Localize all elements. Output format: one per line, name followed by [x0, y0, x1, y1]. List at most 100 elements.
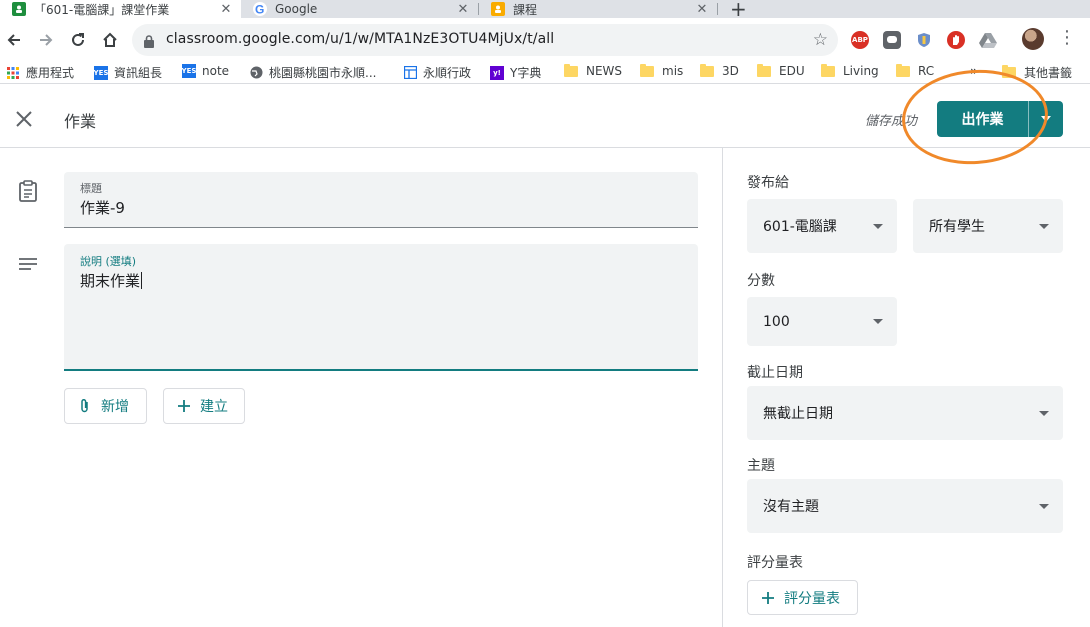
- assign-button-label[interactable]: 出作業: [937, 101, 1028, 137]
- bookmark-star-icon[interactable]: ☆: [813, 30, 828, 50]
- bookmark-label: 永順行政: [423, 66, 472, 80]
- bookmark-label: RC: [918, 64, 935, 78]
- bookmark-apps[interactable]: 應用程式: [6, 64, 74, 81]
- drive-icon[interactable]: [979, 31, 997, 49]
- bookmark-label: note: [202, 64, 230, 78]
- bookmarks-overflow-chevron[interactable]: »: [970, 64, 978, 78]
- layout-icon: [403, 66, 417, 80]
- description-label: 說明 (選填): [80, 255, 137, 268]
- reload-icon[interactable]: [64, 26, 92, 54]
- class-select[interactable]: 601-電腦課: [747, 199, 897, 253]
- description-value[interactable]: 期末作業: [80, 270, 143, 291]
- create-button[interactable]: 建立: [163, 388, 245, 424]
- folder-icon: [700, 63, 714, 77]
- bookmark-item[interactable]: y! Y字典: [490, 64, 541, 81]
- bookmark-folder-other[interactable]: 其他書籤: [1002, 64, 1072, 81]
- bookmark-folder[interactable]: RC: [896, 63, 935, 78]
- home-icon[interactable]: [96, 26, 124, 54]
- description-field[interactable]: 說明 (選填) 期末作業: [64, 244, 698, 371]
- shield-extension-icon[interactable]: [915, 31, 933, 49]
- yahoo-icon: y!: [490, 65, 504, 80]
- points-select[interactable]: 100: [747, 297, 897, 346]
- classroom-icon: [12, 2, 26, 16]
- close-icon[interactable]: [14, 109, 34, 129]
- bookmark-item[interactable]: 永順行政: [403, 64, 471, 81]
- add-label: 新增: [101, 399, 129, 415]
- due-date-select[interactable]: 無截止日期: [747, 386, 1063, 440]
- add-attachment-button[interactable]: 新增: [64, 388, 147, 424]
- close-tab-icon[interactable]: ✕: [217, 2, 235, 17]
- bookmarks-bar: 應用程式 YES 資訊組長 YES note 桃園縣桃園市永順... 永順行政 …: [0, 62, 1090, 84]
- bookmark-folder[interactable]: 3D: [700, 63, 739, 78]
- bookmark-folder[interactable]: EDU: [757, 63, 805, 78]
- browser-tab-strip: 「601-電腦課」課堂作業 ✕ G Google ✕ 課程 ✕ +: [0, 0, 1090, 21]
- create-label: 建立: [200, 399, 228, 415]
- students-value: 所有學生: [929, 219, 985, 235]
- bookmark-label: 資訊組長: [114, 66, 163, 80]
- assign-button[interactable]: 出作業: [937, 101, 1063, 137]
- bookmark-item[interactable]: YES 資訊組長: [94, 64, 162, 81]
- assignment-header: 作業 儲存成功 出作業: [0, 90, 1090, 148]
- close-tab-icon[interactable]: ✕: [693, 2, 711, 17]
- tab-title: 課程: [513, 2, 538, 17]
- bookmark-folder[interactable]: NEWS: [564, 63, 623, 78]
- tab-classwork[interactable]: 「601-電腦課」課堂作業 ✕: [0, 0, 241, 18]
- tab-title: Google: [275, 2, 318, 16]
- students-select[interactable]: 所有學生: [913, 199, 1063, 253]
- menu-kebab-icon[interactable]: ⋮: [1058, 27, 1076, 48]
- forward-arrow-icon[interactable]: [32, 26, 60, 54]
- rubric-button-label: 評分量表: [784, 590, 840, 607]
- folder-icon: [896, 63, 910, 77]
- dropdown-triangle-icon: [1039, 411, 1049, 416]
- panel-divider: [722, 148, 723, 627]
- page-title: 作業: [64, 112, 97, 131]
- dropdown-arrow-icon[interactable]: [1029, 101, 1063, 137]
- title-field[interactable]: 標題 作業-9: [64, 172, 698, 228]
- dropdown-triangle-icon: [1039, 504, 1049, 509]
- plus-icon: [178, 400, 190, 412]
- plus-icon: [762, 591, 774, 604]
- classroom-icon: [491, 2, 505, 16]
- bookmark-item[interactable]: YES note: [182, 64, 229, 78]
- address-bar[interactable]: classroom.google.com/u/1/w/MTA1NzE3OTU4M…: [132, 24, 838, 56]
- tab-google[interactable]: G Google ✕: [241, 0, 478, 18]
- back-arrow-icon[interactable]: [0, 26, 28, 54]
- tab-courses[interactable]: 課程 ✕: [479, 0, 717, 18]
- overflow-label: »: [970, 64, 978, 78]
- description-text: 期末作業: [80, 272, 141, 290]
- bookmark-folder[interactable]: mis: [640, 63, 684, 78]
- bookmark-label: NEWS: [586, 64, 623, 78]
- profile-avatar[interactable]: [1022, 28, 1044, 50]
- tab-separator: [717, 3, 718, 15]
- assignment-clipboard-icon: [17, 180, 39, 202]
- dropdown-triangle-icon: [1039, 224, 1049, 229]
- topic-select[interactable]: 沒有主題: [747, 479, 1063, 533]
- line-icon[interactable]: [883, 31, 901, 49]
- title-value[interactable]: 作業-9: [80, 197, 125, 218]
- folder-icon: [757, 63, 771, 77]
- save-status: 儲存成功: [865, 114, 918, 129]
- bookmark-label: 3D: [722, 64, 739, 78]
- dropdown-triangle-icon: [873, 224, 883, 229]
- add-rubric-button[interactable]: 評分量表: [747, 580, 858, 615]
- bookmark-item[interactable]: 桃園縣桃園市永順...: [249, 64, 376, 81]
- bookmark-label: mis: [662, 64, 684, 78]
- text-cursor: [141, 272, 143, 289]
- bookmark-folder[interactable]: Living: [821, 63, 879, 78]
- bookmark-label: EDU: [779, 64, 805, 78]
- folder-icon: [640, 63, 654, 77]
- tab-title: 「601-電腦課」課堂作業: [34, 2, 170, 17]
- stop-icon[interactable]: [947, 31, 965, 49]
- points-label: 分數: [747, 273, 775, 289]
- folder-icon: [821, 63, 835, 77]
- abp-icon[interactable]: ABP: [851, 31, 869, 49]
- svg-text:G: G: [255, 3, 264, 17]
- rubric-label: 評分量表: [747, 555, 803, 571]
- url-text: classroom.google.com/u/1/w/MTA1NzE3OTU4M…: [166, 31, 555, 47]
- folder-icon: [1002, 65, 1016, 78]
- close-tab-icon[interactable]: ✕: [454, 2, 472, 17]
- due-date-value: 無截止日期: [763, 406, 833, 422]
- yes-badge-icon: YES: [182, 64, 196, 78]
- assign-to-label: 發布給: [747, 175, 789, 191]
- lock-icon: [144, 33, 154, 52]
